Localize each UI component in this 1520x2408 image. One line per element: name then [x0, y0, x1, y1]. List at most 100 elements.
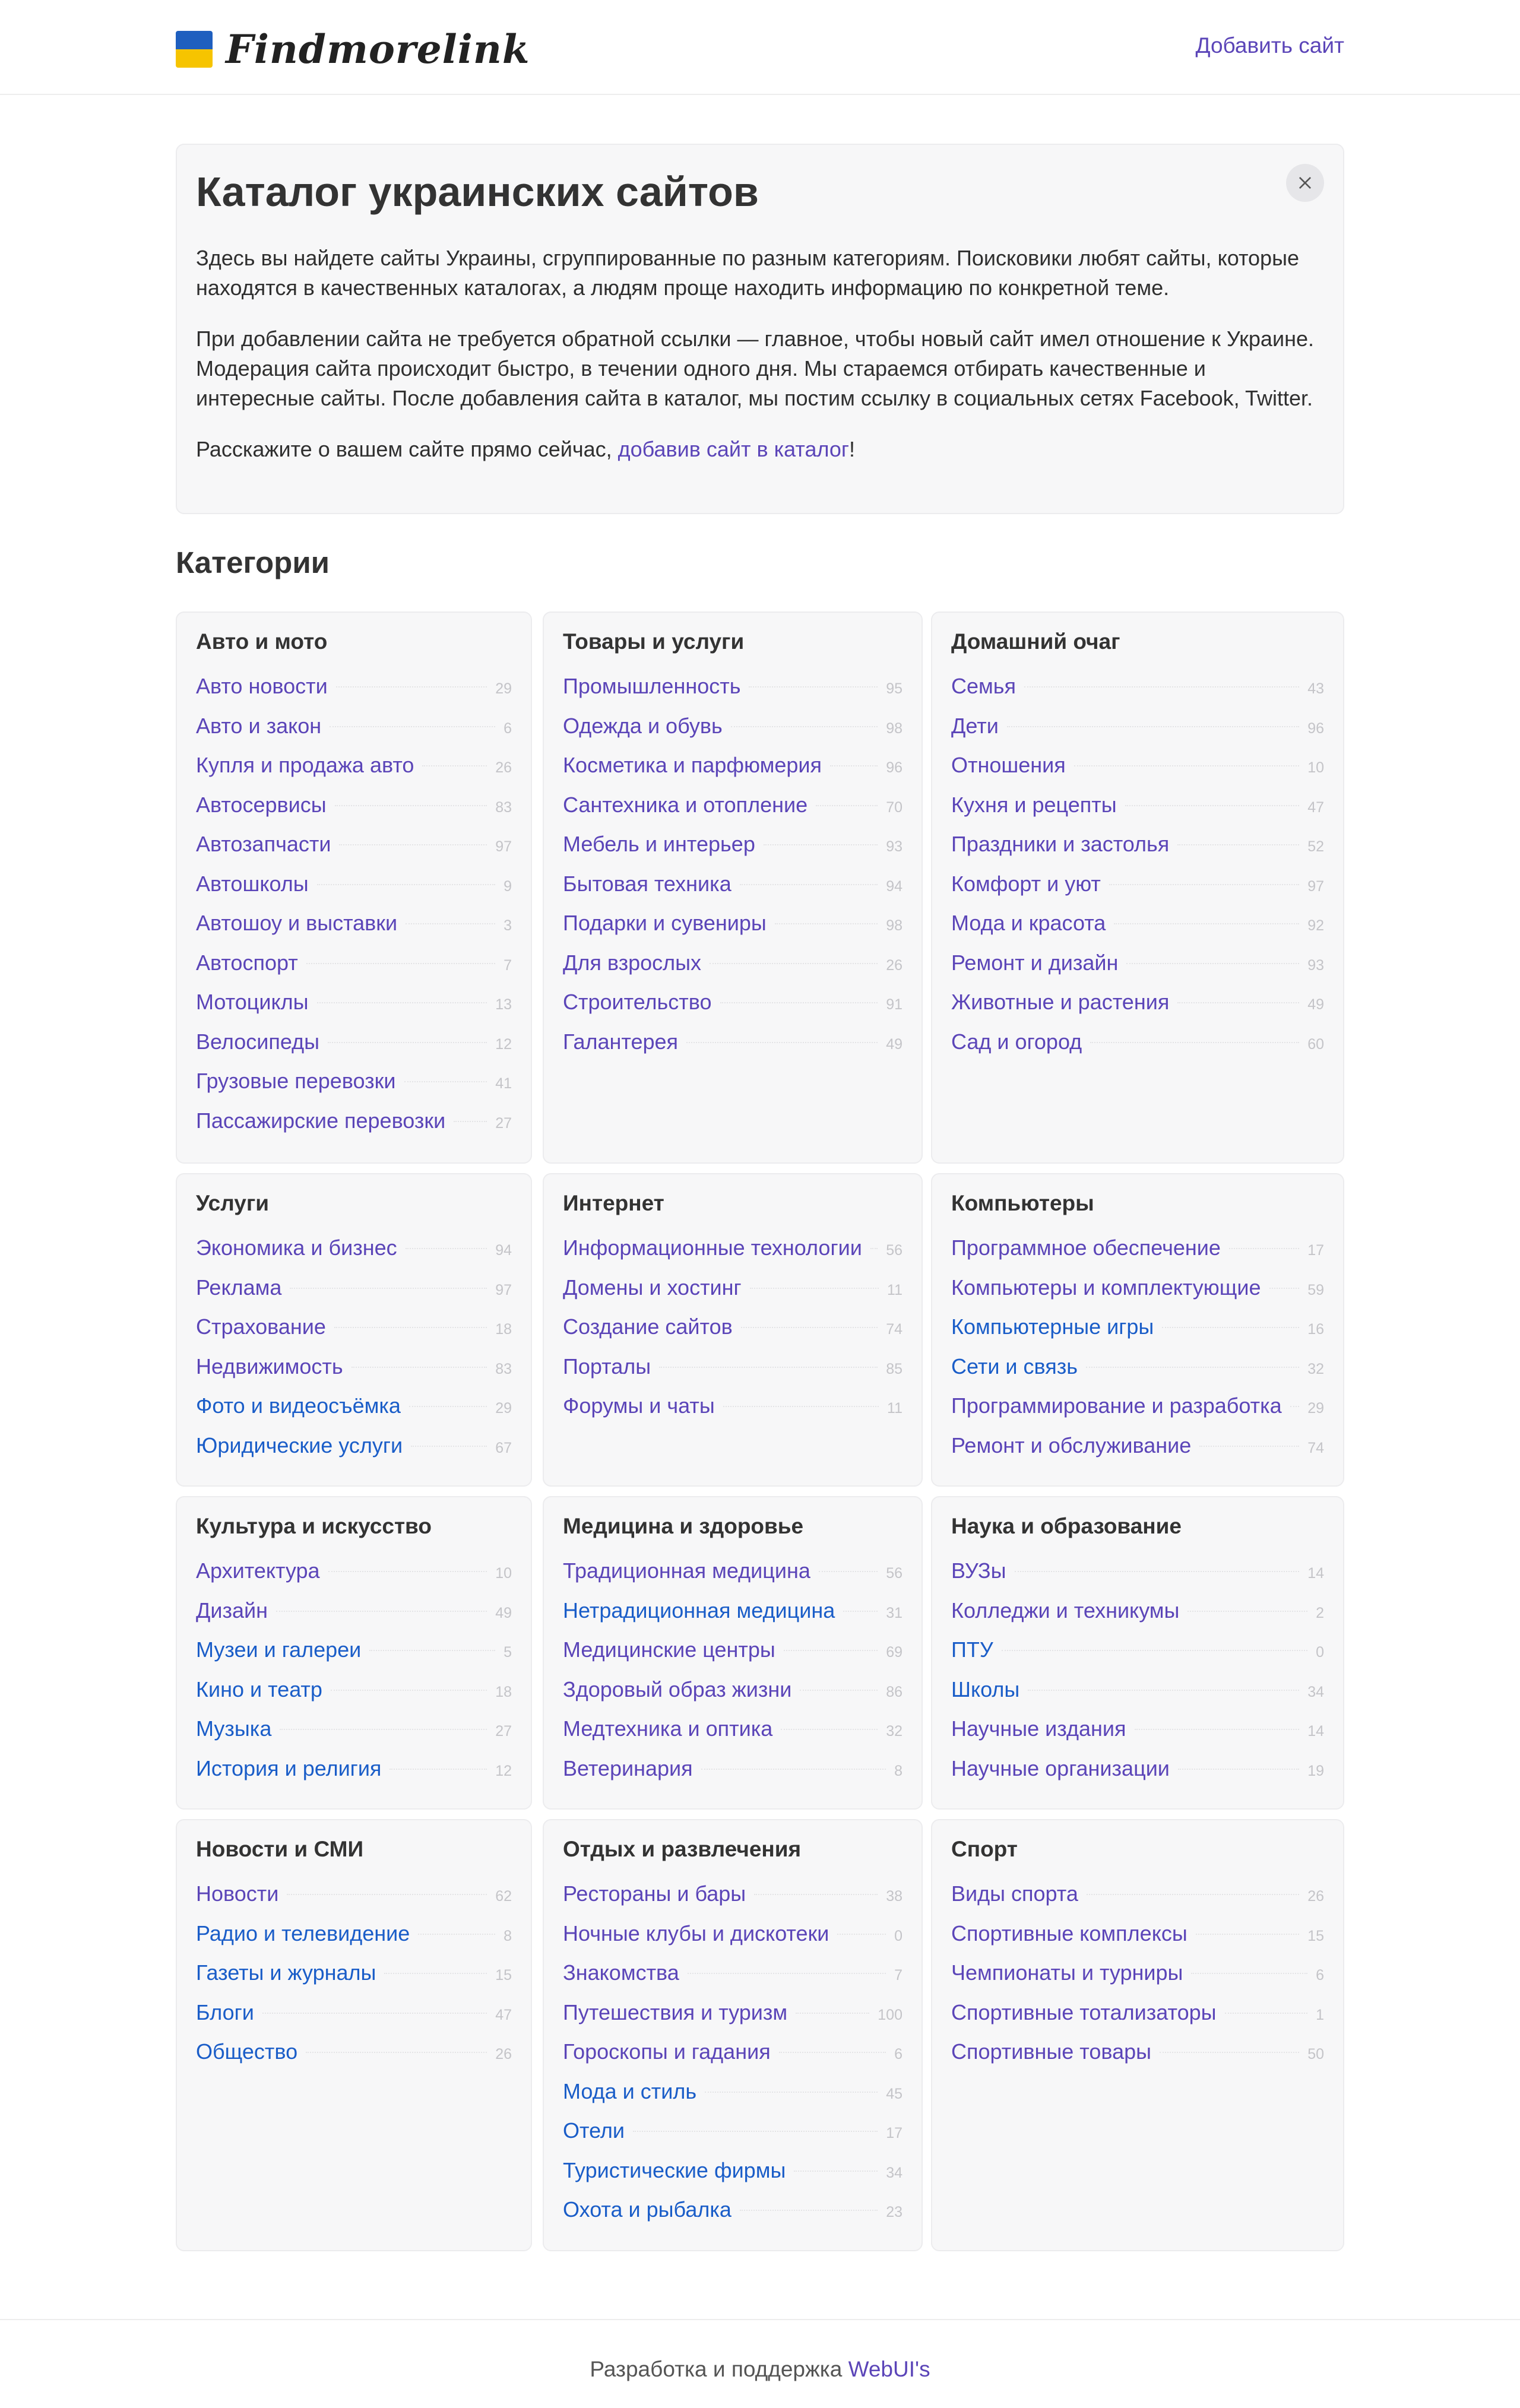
subcategory-link[interactable]: ПТУ [951, 1637, 993, 1662]
subcategory-link[interactable]: Общество [196, 2039, 297, 2064]
subcategory-link[interactable]: Ночные клубы и дискотеки [563, 1921, 829, 1946]
subcategory-link[interactable]: Строительство [563, 990, 712, 1015]
subcategory-link[interactable]: Научные издания [951, 1716, 1126, 1741]
subcategory-link[interactable]: Научные организации [951, 1756, 1170, 1781]
subcategory-link[interactable]: Недвижимость [196, 1354, 343, 1379]
subcategory-link[interactable]: Рестораны и бары [563, 1881, 746, 1906]
subcategory-link[interactable]: Форумы и чаты [563, 1393, 715, 1418]
subcategory-link[interactable]: Комфорт и уют [951, 872, 1101, 896]
subcategory-link[interactable]: Сад и огород [951, 1029, 1082, 1054]
subcategory-link[interactable]: Ветеринария [563, 1756, 693, 1781]
subcategory-link[interactable]: Страхование [196, 1314, 326, 1339]
category-item: Мода и красота 92 [951, 911, 1324, 950]
add-site-link[interactable]: Добавить сайт [1196, 33, 1345, 58]
subcategory-link[interactable]: Мода и стиль [563, 2079, 696, 2104]
subcategory-link[interactable]: Кино и театр [196, 1677, 322, 1702]
subcategory-link[interactable]: Путешествия и туризм [563, 2000, 787, 2025]
category-item: Для взрослых 26 [563, 950, 902, 990]
subcategory-link[interactable]: Программирование и разработка [951, 1393, 1282, 1418]
add-to-catalog-link[interactable]: добавив сайт в каталог [618, 437, 849, 461]
subcategory-link[interactable]: Грузовые перевозки [196, 1069, 396, 1094]
subcategory-link[interactable]: Авто и закон [196, 714, 321, 739]
dotted-leader [1162, 1327, 1300, 1328]
subcategory-link[interactable]: Купля и продажа авто [196, 753, 414, 778]
subcategory-link[interactable]: Праздники и застолья [951, 832, 1169, 857]
dotted-leader [328, 1571, 487, 1572]
subcategory-link[interactable]: Медтехника и оптика [563, 1716, 772, 1741]
subcategory-link[interactable]: Виды спорта [951, 1881, 1078, 1906]
subcategory-link[interactable]: Мотоциклы [196, 990, 309, 1015]
subcategory-link[interactable]: Фото и видеосъёмка [196, 1393, 401, 1418]
subcategory-link[interactable]: Архитектура [196, 1558, 320, 1583]
footer-webui-link[interactable]: WebUI's [848, 2357, 930, 2381]
subcategory-link[interactable]: Автошколы [196, 872, 309, 896]
subcategory-link[interactable]: Авто новости [196, 674, 328, 699]
subcategory-link[interactable]: Автошоу и выставки [196, 911, 397, 936]
dotted-leader [306, 962, 496, 964]
logo-link[interactable]: Findmorelink [176, 26, 530, 72]
subcategory-link[interactable]: Ремонт и обслуживание [951, 1433, 1191, 1458]
subcategory-link[interactable]: Промышленность [563, 674, 740, 699]
subcategory-link[interactable]: Домены и хостинг [563, 1275, 742, 1300]
close-button[interactable] [1286, 164, 1324, 202]
subcategory-link[interactable]: Туристические фирмы [563, 2158, 786, 2183]
subcategory-link[interactable]: Компьютерные игры [951, 1314, 1154, 1339]
subcategory-link[interactable]: Семья [951, 674, 1016, 699]
subcategory-link[interactable]: Охота и рыбалка [563, 2197, 732, 2222]
subcategory-link[interactable]: Спортивные тотализаторы [951, 2000, 1217, 2025]
subcategory-link[interactable]: Колледжи и техникумы [951, 1598, 1179, 1623]
subcategory-link[interactable]: Знакомства [563, 1960, 679, 1985]
subcategory-link[interactable]: Блоги [196, 2000, 254, 2025]
subcategory-link[interactable]: Автосервисы [196, 793, 327, 818]
subcategory-link[interactable]: Одежда и обувь [563, 714, 723, 739]
subcategory-link[interactable]: Информационные технологии [563, 1235, 862, 1260]
category-card: Услуги Экономика и бизнес 94 Реклама 97 Страх… [176, 1173, 532, 1487]
subcategory-link[interactable]: Школы [951, 1677, 1019, 1702]
subcategory-link[interactable]: Юридические услуги [196, 1433, 403, 1458]
subcategory-link[interactable]: Программное обеспечение [951, 1235, 1221, 1260]
subcategory-link[interactable]: Компьютеры и комплектующие [951, 1275, 1261, 1300]
subcategory-link[interactable]: Бытовая техника [563, 872, 732, 896]
category-item: Строительство 91 [563, 990, 902, 1029]
subcategory-link[interactable]: Сети и связь [951, 1354, 1078, 1379]
subcategory-link[interactable]: История и религия [196, 1756, 381, 1781]
category-item: Автозапчасти 97 [196, 832, 512, 872]
subcategory-link[interactable]: Животные и растения [951, 990, 1169, 1015]
subcategory-link[interactable]: Дизайн [196, 1598, 268, 1623]
subcategory-link[interactable]: Порталы [563, 1354, 651, 1379]
subcategory-link[interactable]: Музыка [196, 1716, 271, 1741]
subcategory-link[interactable]: Спортивные товары [951, 2039, 1151, 2064]
subcategory-link[interactable]: Гороскопы и гадания [563, 2039, 771, 2064]
subcategory-link[interactable]: Спортивные комплексы [951, 1921, 1188, 1946]
subcategory-link[interactable]: Реклама [196, 1275, 281, 1300]
subcategory-link[interactable]: Здоровый образ жизни [563, 1677, 791, 1702]
subcategory-link[interactable]: Музеи и галереи [196, 1637, 361, 1662]
subcategory-link[interactable]: Кухня и рецепты [951, 793, 1117, 818]
site-count: 5 [504, 1644, 512, 1661]
subcategory-link[interactable]: Мебель и интерьер [563, 832, 755, 857]
subcategory-link[interactable]: Нетрадиционная медицина [563, 1598, 835, 1623]
subcategory-link[interactable]: Для взрослых [563, 950, 701, 975]
subcategory-link[interactable]: Медицинские центры [563, 1637, 775, 1662]
subcategory-link[interactable]: Подарки и сувениры [563, 911, 767, 936]
subcategory-link[interactable]: Пассажирские перевозки [196, 1108, 445, 1133]
subcategory-link[interactable]: Традиционная медицина [563, 1558, 810, 1583]
subcategory-link[interactable]: Велосипеды [196, 1029, 319, 1054]
subcategory-link[interactable]: Автоспорт [196, 950, 298, 975]
subcategory-link[interactable]: Радио и телевидение [196, 1921, 410, 1946]
subcategory-link[interactable]: Автозапчасти [196, 832, 331, 857]
subcategory-link[interactable]: Создание сайтов [563, 1314, 733, 1339]
subcategory-link[interactable]: Косметика и парфюмерия [563, 753, 822, 778]
subcategory-link[interactable]: Газеты и журналы [196, 1960, 376, 1985]
subcategory-link[interactable]: Галантерея [563, 1029, 678, 1054]
subcategory-link[interactable]: Отели [563, 2118, 625, 2143]
subcategory-link[interactable]: Новости [196, 1881, 278, 1906]
subcategory-link[interactable]: Сантехника и отопление [563, 793, 808, 818]
subcategory-link[interactable]: Чемпионаты и турниры [951, 1960, 1183, 1985]
subcategory-link[interactable]: Дети [951, 714, 999, 739]
subcategory-link[interactable]: ВУЗы [951, 1558, 1006, 1583]
subcategory-link[interactable]: Мода и красота [951, 911, 1106, 936]
subcategory-link[interactable]: Экономика и бизнес [196, 1235, 397, 1260]
subcategory-link[interactable]: Отношения [951, 753, 1066, 778]
subcategory-link[interactable]: Ремонт и дизайн [951, 950, 1118, 975]
